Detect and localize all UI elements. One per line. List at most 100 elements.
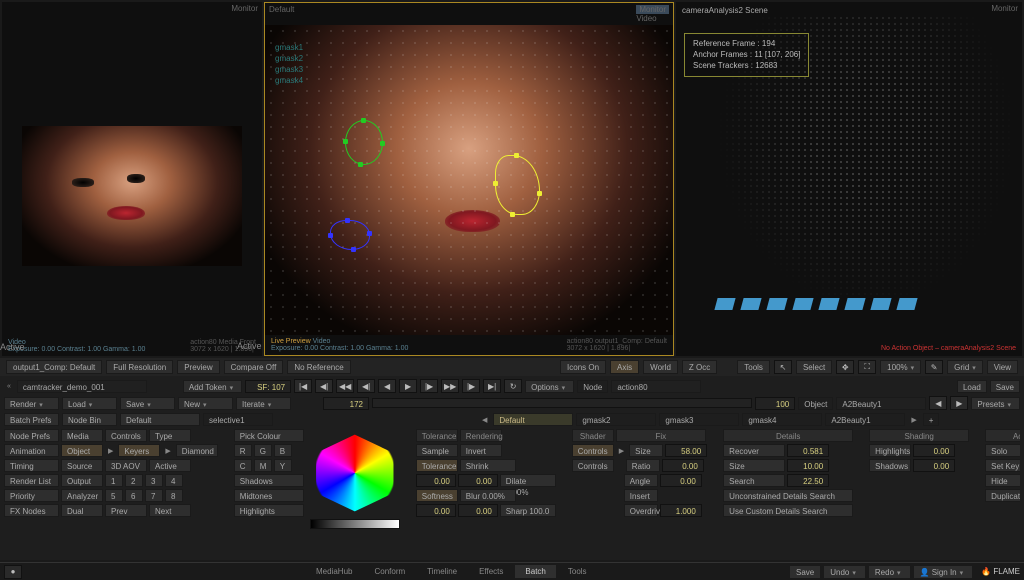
prev-btn[interactable]: Prev (105, 504, 147, 517)
batch-prefs-btn[interactable]: Batch Prefs (4, 413, 59, 426)
solo-btn[interactable]: Solo (985, 444, 1020, 457)
controls3-btn[interactable]: Controls (572, 459, 614, 472)
current-frame[interactable]: 172 (323, 397, 369, 410)
undo-btn[interactable]: Undo▾ (823, 565, 866, 579)
options-btn[interactable]: Options▾ (525, 380, 574, 393)
load-btn2[interactable]: Load▾ (62, 397, 117, 410)
soft-val[interactable]: 0.00 (458, 504, 498, 517)
num-btn[interactable]: 6 (125, 489, 143, 502)
tab-batch[interactable]: Batch (515, 565, 555, 578)
resolution-btn[interactable]: Full Resolution (106, 360, 173, 374)
gmask-tab[interactable]: A2Beauty1 (825, 413, 905, 426)
num-btn[interactable]: 1 (105, 474, 123, 487)
view-btn[interactable]: View (987, 360, 1018, 374)
step-fwd-icon[interactable]: |▶ (420, 379, 438, 393)
select-mode[interactable]: Select (796, 360, 832, 374)
node-prefs-btn[interactable]: Node Prefs (4, 429, 59, 442)
gmask1-shape[interactable] (345, 120, 383, 165)
analyzer-btn[interactable]: Analyzer (61, 489, 103, 502)
tolerance-btn[interactable]: Tolerance (416, 459, 458, 472)
select-tool-icon[interactable]: ↖ (774, 360, 792, 374)
gmask-tab[interactable]: gmask2 (576, 413, 656, 426)
ratio-val[interactable]: 0.00 (662, 459, 704, 472)
monitor-badge[interactable]: Monitor (636, 5, 669, 14)
output-btn[interactable]: Output (61, 474, 103, 487)
source-btn[interactable]: Source (61, 459, 103, 472)
c-btn[interactable]: C (234, 459, 252, 472)
object-btn[interactable]: Object (61, 444, 103, 457)
controls-btn[interactable]: Controls (105, 429, 147, 442)
play-icon[interactable]: ▶ (399, 379, 417, 393)
sh-val[interactable]: 0.00 (913, 459, 955, 472)
zoom-box-icon[interactable]: ⛶ (858, 360, 876, 374)
prev-key-icon[interactable]: ◀| (315, 379, 333, 393)
next-key-icon[interactable]: |▶ (462, 379, 480, 393)
gradient-bar[interactable] (310, 519, 400, 529)
camera-nodes[interactable] (716, 298, 916, 336)
custom-btn[interactable]: Use Custom Details Search (723, 504, 853, 517)
gmask-tag[interactable]: gmask4 (275, 76, 303, 85)
size2-val[interactable]: 10.00 (787, 459, 829, 472)
load-btn[interactable]: Load (957, 380, 987, 393)
add-tab-btn[interactable]: + (923, 413, 940, 426)
shadows-btn[interactable]: Shadows (234, 474, 304, 487)
ffwd-icon[interactable]: ▶▶ (441, 379, 459, 393)
zoom-level[interactable]: 100%▾ (880, 360, 921, 374)
render-btn[interactable]: Render▾ (4, 397, 59, 410)
gmask-tag[interactable]: gmask1 (275, 43, 303, 52)
collapse-icon[interactable]: « (4, 383, 14, 390)
gmask-tag[interactable]: gmask3 (275, 65, 303, 74)
viewport-center-image[interactable]: gmask1 gmask2 gmask3 gmask4 (265, 25, 673, 335)
grid-btn[interactable]: Grid▾ (947, 360, 983, 374)
num-btn[interactable]: 4 (165, 474, 183, 487)
shrink-val[interactable]: Shrink 0.00% (460, 459, 516, 472)
num-btn[interactable]: 5 (105, 489, 123, 502)
priority-btn[interactable]: Priority (4, 489, 59, 502)
hide-btn[interactable]: Hide (985, 474, 1020, 487)
search-val[interactable]: 22.50 (787, 474, 829, 487)
timing-btn[interactable]: Timing (4, 459, 59, 472)
tab-next-icon[interactable]: ▶ (908, 416, 919, 424)
hl-val[interactable]: 0.00 (913, 444, 955, 457)
axis-btn[interactable]: Axis (610, 360, 639, 374)
render-list-btn[interactable]: Render List (4, 474, 59, 487)
num-btn[interactable]: 2 (125, 474, 143, 487)
overdrive-val[interactable]: 1.000 (660, 504, 702, 517)
play-back-icon[interactable]: ◀ (378, 379, 396, 393)
media-btn[interactable]: Media (61, 429, 103, 442)
viewport-3d[interactable]: cameraAnalysis2 Scene Monitor Reference … (676, 2, 1022, 356)
gmask-tab[interactable]: Default (493, 413, 573, 426)
fx-nodes-btn[interactable]: FX Nodes (4, 504, 59, 517)
tab-effects[interactable]: Effects (469, 565, 513, 578)
compare-btn[interactable]: Compare Off (224, 360, 284, 374)
step-back-icon[interactable]: ◀| (357, 379, 375, 393)
global-save-btn[interactable]: Save (789, 565, 821, 579)
active-btn[interactable]: Active (149, 459, 191, 472)
gmask-tab[interactable]: gmask4 (742, 413, 822, 426)
icons-toggle[interactable]: Icons On (560, 360, 606, 374)
recover-val[interactable]: 0.581 (787, 444, 829, 457)
end-frame[interactable]: 100 (755, 397, 795, 410)
loop-icon[interactable]: ↻ (504, 379, 522, 393)
dual-btn[interactable]: Dual (61, 504, 103, 517)
num-btn[interactable]: 8 (165, 489, 183, 502)
zocc-btn[interactable]: Z Occ (682, 360, 717, 374)
next-obj-icon[interactable]: ▶ (950, 396, 968, 410)
tol-val[interactable]: 0.00 (458, 474, 498, 487)
aov-btn[interactable]: 3D AOV (105, 459, 147, 472)
gmask-tag[interactable]: gmask2 (275, 54, 303, 63)
output-selector[interactable]: output1_Comp: Default (6, 360, 102, 374)
viewport-left[interactable]: Monitor Video Exposure: 0.00 Contrast: 1… (2, 2, 262, 356)
go-end-icon[interactable]: ▶| (483, 379, 501, 393)
reference-btn[interactable]: No Reference (287, 360, 350, 374)
num-btn[interactable]: 7 (145, 489, 163, 502)
invert-btn[interactable]: Invert (460, 444, 502, 457)
new-btn[interactable]: New▾ (178, 397, 233, 410)
selective-field[interactable]: selective1 (203, 413, 273, 426)
size-val[interactable]: 58.00 (665, 444, 707, 457)
project-name-field[interactable]: camtracker_demo_001 (17, 380, 147, 393)
gmask3-shape[interactable] (495, 155, 540, 215)
start-frame[interactable]: SF: 107 (245, 380, 291, 393)
brush-icon[interactable]: ✎ (925, 360, 943, 374)
g-btn[interactable]: G (254, 444, 272, 457)
